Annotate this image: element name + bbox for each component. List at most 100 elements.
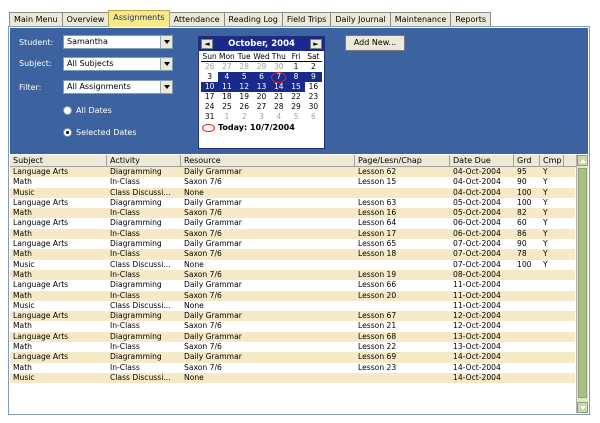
calendar-day[interactable]: 5 — [235, 72, 253, 82]
calendar-day[interactable]: 6 — [252, 72, 271, 82]
table-row[interactable]: Music Class Discussi... None 07-Oct-2004 100… — [10, 259, 575, 270]
calendar-day[interactable]: 27 — [218, 62, 235, 72]
calendar-day[interactable]: 31 — [201, 112, 218, 122]
chevron-down-icon[interactable] — [160, 81, 172, 93]
calendar-day[interactable]: 6 — [305, 112, 322, 122]
calendar-day[interactable]: 20 — [253, 92, 270, 102]
tab-attendance[interactable]: Attendance — [168, 12, 225, 27]
calendar-day[interactable]: 30 — [305, 102, 322, 112]
scroll-down-icon[interactable] — [577, 402, 588, 413]
tab-reports[interactable]: Reports — [450, 12, 491, 27]
tab-maintenance[interactable]: Maintenance — [389, 12, 452, 27]
table-row[interactable]: Math In-Class Saxon 7/6 Lesson 19 08-Oct-200… — [10, 269, 575, 281]
table-row[interactable]: Language Arts Diagramming Daily Grammar Les… — [10, 167, 575, 178]
calendar-day[interactable]: 26 — [236, 102, 253, 112]
table-row[interactable]: Math In-Class Saxon 7/6 Lesson 23 14-Oct-200… — [10, 362, 575, 373]
table-row[interactable]: Math In-Class Saxon 7/6 Lesson 22 13-Oct-200… — [10, 342, 575, 353]
filter-panel: Student: Samantha Subject: All Subjects … — [10, 28, 588, 154]
calendar-day[interactable]: 29 — [287, 102, 304, 112]
prev-month-button[interactable]: ◄ — [201, 39, 213, 49]
table-cell: Y — [543, 249, 548, 259]
scroll-thumb[interactable] — [578, 168, 587, 398]
table-cell: Math — [13, 249, 32, 259]
table-row[interactable]: Math In-Class Saxon 7/6 Lesson 16 05-Oct-200… — [10, 208, 575, 219]
calendar-day[interactable]: 28 — [270, 102, 287, 112]
table-row[interactable]: Music Class Discussi... None 04-Oct-2004 100… — [10, 187, 575, 198]
calendar-day[interactable]: 30 — [270, 62, 287, 72]
tab-field-trips[interactable]: Field Trips — [281, 12, 332, 27]
column-header[interactable]: Resource — [181, 155, 355, 166]
vertical-scrollbar[interactable] — [576, 155, 588, 413]
table-row[interactable]: Language Arts Diagramming Daily Grammar Les… — [10, 331, 575, 343]
calendar-day[interactable]: 12 — [235, 82, 253, 92]
table-row[interactable]: Math In-Class Saxon 7/6 Lesson 21 12-Oct-200… — [10, 321, 575, 332]
calendar-day[interactable]: 8 — [287, 72, 305, 82]
column-header[interactable]: Activity — [107, 155, 181, 166]
calendar-day[interactable]: 17 — [201, 92, 218, 102]
table-row[interactable]: Math In-Class Saxon 7/6 Lesson 20 11-Oct-200… — [10, 290, 575, 301]
table-row[interactable]: Language Arts Diagramming Daily Grammar Les… — [10, 352, 575, 363]
calendar-day[interactable]: 9 — [304, 72, 322, 82]
chevron-down-icon[interactable] — [160, 58, 172, 70]
table-cell: Diagramming — [110, 197, 162, 207]
calendar-day[interactable]: 3 — [253, 112, 270, 122]
table-row[interactable]: Math In-Class Saxon 7/6 Lesson 15 04-Oct-200… — [10, 177, 575, 188]
table-row[interactable]: Language Arts Diagramming Daily Grammar Les… — [10, 218, 575, 229]
column-header[interactable]: Page/Lesn/Chap — [355, 155, 450, 166]
chevron-down-icon[interactable] — [160, 36, 172, 48]
calendar-day[interactable]: 28 — [236, 62, 253, 72]
calendar-day[interactable]: 1 — [218, 112, 235, 122]
calendar-day[interactable]: 15 — [287, 82, 305, 92]
table-row[interactable]: Language Arts Diagramming Daily Grammar Les… — [10, 239, 575, 250]
calendar-day[interactable]: 29 — [253, 62, 270, 72]
calendar-day[interactable]: 10 — [201, 82, 219, 92]
table-row[interactable]: Music Class Discussi... None 11-Oct-2004 — [10, 300, 575, 312]
tab-overview[interactable]: Overview — [61, 12, 110, 27]
column-header[interactable]: Grd — [514, 155, 540, 166]
tab-reading-log[interactable]: Reading Log — [223, 12, 283, 27]
calendar-day[interactable]: 14 — [270, 82, 288, 92]
add-new-button[interactable]: Add New... — [345, 35, 405, 51]
calendar-day[interactable]: 23 — [305, 92, 322, 102]
calendar-day[interactable]: 16 — [305, 82, 322, 92]
calendar-day[interactable]: 19 — [236, 92, 253, 102]
calendar-day[interactable]: 5 — [287, 112, 304, 122]
calendar-day[interactable]: 25 — [218, 102, 235, 112]
tab-assignments[interactable]: Assignments — [108, 10, 170, 27]
student-dropdown[interactable]: Samantha — [63, 35, 173, 49]
calendar-day[interactable]: 2 — [236, 112, 253, 122]
filter-dropdown[interactable]: All Assignments — [63, 80, 173, 94]
scroll-up-icon[interactable] — [577, 155, 588, 166]
all-dates-radio[interactable]: All Dates — [63, 106, 112, 115]
next-month-button[interactable]: ► — [310, 39, 322, 49]
table-row[interactable]: Math In-Class Saxon 7/6 Lesson 17 06-Oct-200… — [10, 228, 575, 240]
tab-main-menu[interactable]: Main Menu — [9, 12, 63, 27]
calendar-day[interactable]: 7 — [270, 72, 288, 83]
column-header[interactable]: Cmp — [540, 155, 564, 166]
calendar-day[interactable]: 3 — [201, 72, 218, 82]
calendar-day[interactable]: 11 — [218, 82, 236, 92]
subject-dropdown[interactable]: All Subjects — [63, 57, 173, 71]
calendar-today[interactable]: Today: 10/7/2004 — [199, 123, 324, 132]
column-header[interactable]: Date Due — [450, 155, 514, 166]
calendar-day[interactable]: 4 — [270, 112, 287, 122]
table-row[interactable]: Music Class Discussi... None 14-Oct-2004 — [10, 372, 575, 384]
table-row[interactable]: Math In-Class Saxon 7/6 Lesson 18 07-Oct-200… — [10, 249, 575, 260]
calendar-day[interactable]: 4 — [218, 72, 236, 82]
calendar-day[interactable]: 13 — [252, 82, 271, 92]
calendar-day[interactable]: 18 — [218, 92, 235, 102]
table-cell: 90 — [517, 177, 527, 187]
table-row[interactable]: Language Arts Diagramming Daily Grammar Les… — [10, 197, 575, 209]
tab-daily-journal[interactable]: Daily Journal — [330, 12, 391, 27]
calendar-day[interactable]: 21 — [270, 92, 287, 102]
table-row[interactable]: Language Arts Diagramming Daily Grammar Les… — [10, 311, 575, 322]
column-header[interactable]: Subject — [10, 155, 107, 166]
calendar-day[interactable]: 22 — [287, 92, 304, 102]
table-row[interactable]: Language Arts Diagramming Daily Grammar Les… — [10, 280, 575, 291]
selected-dates-radio[interactable]: Selected Dates — [63, 128, 137, 137]
calendar-day[interactable]: 2 — [305, 62, 322, 72]
calendar-day[interactable]: 27 — [253, 102, 270, 112]
calendar-day[interactable]: 1 — [287, 62, 304, 72]
calendar-day[interactable]: 24 — [201, 102, 218, 112]
calendar-day[interactable]: 26 — [201, 62, 218, 72]
